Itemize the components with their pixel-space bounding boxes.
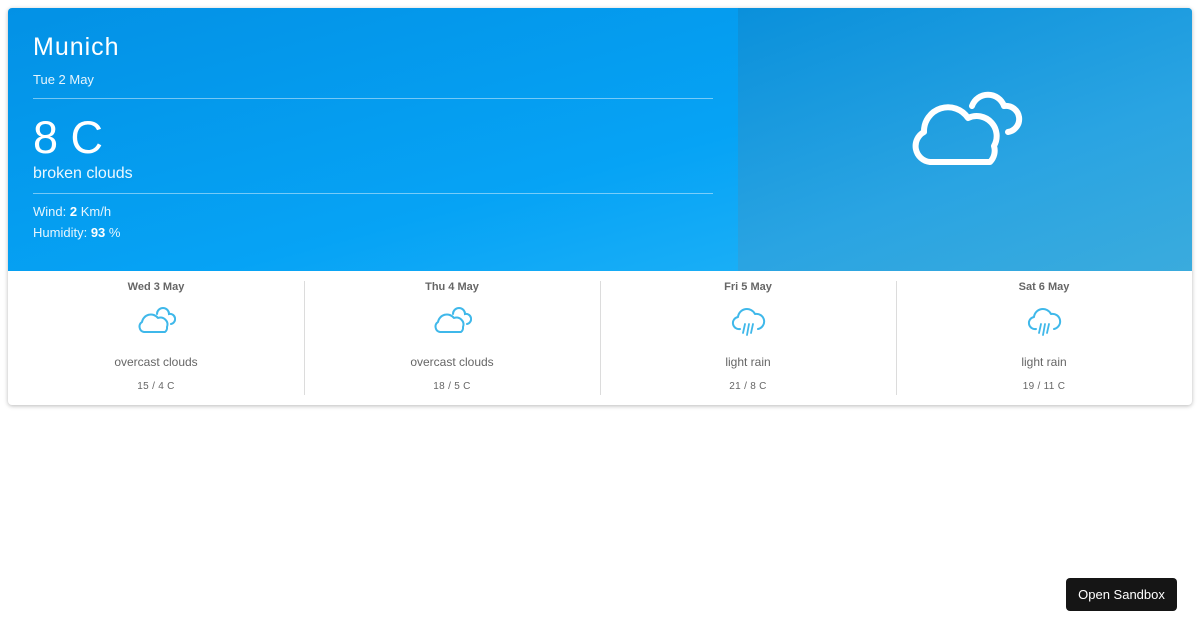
forecast-description: overcast clouds: [410, 355, 494, 369]
open-sandbox-button[interactable]: Open Sandbox: [1066, 578, 1177, 611]
forecast-temperature-range: 21 / 8 C: [729, 381, 767, 392]
humidity-info: Humidity: 93 %: [33, 225, 120, 240]
light-rain-icon: [1027, 308, 1062, 336]
weather-card: Munich Tue 2 May 8 C broken clouds Wind:…: [8, 8, 1192, 405]
forecast-day: Fri 5 May light rain 21 / 8 C: [600, 271, 896, 405]
divider: [33, 98, 713, 99]
forecast-day: Thu 4 May overcast clouds 18 / 5 C: [304, 271, 600, 405]
current-weather-icon-panel: [738, 8, 1192, 271]
current-temperature: 8 C: [33, 112, 104, 163]
forecast-temperature-range: 18 / 5 C: [433, 381, 471, 392]
wind-value: 2: [69, 204, 78, 219]
current-weather-details: Munich Tue 2 May 8 C broken clouds Wind:…: [33, 8, 713, 271]
forecast-description: light rain: [725, 355, 771, 369]
forecast-strip: Wed 3 May overcast clouds 15 / 4 C Thu 4…: [8, 271, 1192, 405]
forecast-description: overcast clouds: [114, 355, 198, 369]
current-weather-panel: Munich Tue 2 May 8 C broken clouds Wind:…: [8, 8, 1192, 271]
wind-label: Wind:: [33, 204, 67, 219]
forecast-description: light rain: [1021, 355, 1067, 369]
humidity-unit: %: [108, 225, 121, 240]
wind-unit: Km/h: [80, 204, 112, 219]
humidity-value: 93: [90, 225, 106, 240]
divider: [33, 193, 713, 194]
city-name: Munich: [33, 33, 120, 61]
forecast-day-name: Wed 3 May: [127, 281, 185, 293]
broken-clouds-icon: [912, 91, 1023, 165]
forecast-day-name: Fri 5 May: [724, 281, 772, 293]
current-description: broken clouds: [33, 165, 133, 182]
overcast-clouds-icon: [138, 307, 176, 333]
forecast-day: Wed 3 May overcast clouds 15 / 4 C: [8, 271, 304, 405]
wind-info: Wind: 2 Km/h: [33, 204, 111, 219]
humidity-label: Humidity:: [33, 225, 88, 240]
light-rain-icon: [731, 308, 766, 336]
forecast-temperature-range: 19 / 11 C: [1022, 381, 1066, 392]
forecast-day-name: Sat 6 May: [1018, 281, 1070, 293]
forecast-temperature-range: 15 / 4 C: [137, 381, 175, 392]
forecast-day: Sat 6 May light rain 19 / 11 C: [896, 271, 1192, 405]
current-date: Tue 2 May: [33, 72, 94, 87]
forecast-day-name: Thu 4 May: [425, 281, 479, 293]
overcast-clouds-icon: [434, 307, 472, 333]
